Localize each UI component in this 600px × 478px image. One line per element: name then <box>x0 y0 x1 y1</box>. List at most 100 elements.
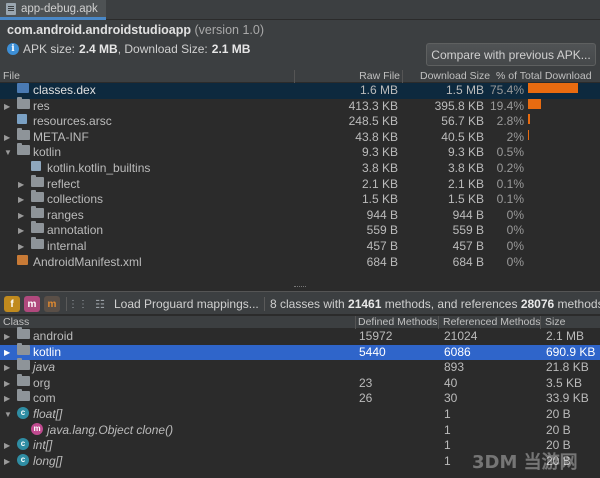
file-row[interactable]: ▶ internal 457 B 457 B 0% <box>0 237 600 255</box>
percent-of-total: 0.2% <box>496 161 524 175</box>
expand-arrow-icon[interactable]: ▶ <box>4 438 10 454</box>
summary-suffix: methods. <box>557 297 600 311</box>
class-row[interactable]: ▶ com 26 30 33.9 KB <box>0 389 600 407</box>
size-bar <box>528 98 541 109</box>
expand-arrow-icon[interactable]: ▶ <box>4 130 10 146</box>
show-fields-icon[interactable]: f <box>4 296 20 312</box>
referenced-methods: 30 <box>444 391 458 406</box>
class-row[interactable]: ▶ java 893 21.8 KB <box>0 358 600 376</box>
xml-file-icon <box>17 254 28 265</box>
class-name: int[] <box>33 438 53 453</box>
expand-arrow-icon[interactable]: ▶ <box>4 376 10 392</box>
file-row[interactable]: AndroidManifest.xml 684 B 684 B 0% <box>0 254 600 271</box>
download-size-label: , Download Size: <box>117 42 208 56</box>
class-name: java <box>33 360 56 375</box>
class-size: 690.9 KB <box>546 344 596 359</box>
referenced-methods: 893 <box>444 360 465 375</box>
apk-file-icon <box>6 2 16 15</box>
dex-toolbar: f m m ⋮⋮ ☷ Load Proguard mappings... 8 c… <box>0 291 600 315</box>
folder-icon <box>17 143 30 156</box>
deobfuscate-icon[interactable]: ☷ <box>92 296 108 312</box>
package-icon <box>17 358 30 371</box>
file-row[interactable]: classes.dex 1.6 MB 1.5 MB 75.4% <box>0 83 600 99</box>
file-row[interactable]: ▶ collections 1.5 KB 1.5 KB 0.1% <box>0 190 600 208</box>
file-name: META-INF <box>33 129 89 144</box>
expand-arrow-icon[interactable]: ▶ <box>4 329 10 345</box>
expand-arrow-icon[interactable]: ▶ <box>4 391 10 407</box>
file-name: ranges <box>47 207 84 222</box>
class-size: 33.9 KB <box>546 391 589 406</box>
file-row[interactable]: ▶ res 413.3 KB 395.8 KB 19.4% <box>0 96 600 115</box>
dex-summary: 8 classes with 21461 methods, and refere… <box>270 297 600 311</box>
class-name: kotlin <box>33 344 62 359</box>
expand-arrow-icon[interactable]: ▶ <box>4 454 10 470</box>
expand-arrow-icon[interactable]: ▶ <box>18 223 24 239</box>
apk-size-label: APK size: <box>23 42 76 56</box>
class-name: long[] <box>33 453 63 468</box>
expand-arrow-icon[interactable]: ▶ <box>4 360 10 376</box>
download-size: 1.5 KB <box>447 192 484 207</box>
package-icon <box>17 342 30 355</box>
class-row[interactable]: ▼ c float[] 1 20 B <box>0 407 600 423</box>
method-icon: m <box>31 422 43 435</box>
size-bar <box>528 114 530 125</box>
expand-arrow-icon[interactable]: ▶ <box>18 177 24 193</box>
col-defined-methods[interactable]: Defined Methods <box>358 316 437 329</box>
download-size: 56.7 KB <box>441 114 484 129</box>
download-size: 457 B <box>452 239 484 253</box>
file-row[interactable]: ▶ META-INF 43.8 KB 40.5 KB 2% <box>0 127 600 146</box>
percent-of-total: 2.8% <box>496 114 524 129</box>
download-size: 9.3 KB <box>447 145 484 160</box>
col-file[interactable]: File <box>3 70 20 83</box>
collapse-arrow-icon[interactable]: ▼ <box>4 145 12 161</box>
class-row[interactable]: m java.lang.Object clone() 1 20 B <box>0 422 600 439</box>
file-row[interactable]: ▼ kotlin 9.3 KB 9.3 KB 0.5% <box>0 143 600 161</box>
package-icon <box>17 389 30 402</box>
compare-apk-button[interactable]: Compare with previous APK... <box>426 43 596 66</box>
col-referenced-methods[interactable]: Referenced Methods <box>443 316 540 329</box>
apk-summary-header: com.android.androidstudioapp (version 1.… <box>0 20 600 70</box>
class-row[interactable]: ▶ android 15972 21024 2.1 MB <box>0 327 600 345</box>
expand-arrow-icon[interactable]: ▶ <box>18 192 24 208</box>
raw-size: 3.8 KB <box>361 161 398 175</box>
package-info: com.android.androidstudioapp (version 1.… <box>7 23 264 37</box>
package-icon <box>17 327 30 339</box>
col-download-size[interactable]: Download Size <box>420 70 490 83</box>
col-size[interactable]: Size <box>545 316 565 329</box>
expand-arrow-icon[interactable]: ▶ <box>4 99 10 115</box>
download-size: 1.5 MB <box>445 83 484 97</box>
percent-of-total: 19.4% <box>489 98 524 113</box>
show-methods-icon[interactable]: m <box>24 296 40 312</box>
raw-size: 2.1 KB <box>361 176 398 191</box>
class-row[interactable]: ▶ kotlin 5440 6086 690.9 KB <box>0 342 600 361</box>
package-version: (version 1.0) <box>194 23 264 37</box>
folder-icon <box>31 221 44 234</box>
defined-methods: 23 <box>359 375 373 390</box>
expand-arrow-icon[interactable]: ▶ <box>18 208 24 224</box>
expand-arrow-icon[interactable]: ▶ <box>18 239 24 255</box>
tab-apk-file[interactable]: app-debug.apk <box>0 0 106 20</box>
file-name: internal <box>47 239 87 253</box>
show-references-icon[interactable]: m <box>44 296 60 312</box>
file-row[interactable]: kotlin.kotlin_builtins 3.8 KB 3.8 KB 0.2% <box>0 161 600 177</box>
download-size: 944 B <box>452 207 484 222</box>
expand-arrow-icon[interactable]: ▶ <box>4 345 10 361</box>
referenced-methods: 1 <box>444 407 451 421</box>
collapse-arrow-icon[interactable]: ▼ <box>4 407 12 423</box>
file-row[interactable]: ▶ annotation 559 B 559 B 0% <box>0 221 600 239</box>
percent-of-total: 0.5% <box>496 145 524 160</box>
load-proguard-mappings-button[interactable]: Load Proguard mappings... <box>114 297 259 311</box>
file-row[interactable]: ▶ ranges 944 B 944 B 0% <box>0 205 600 224</box>
class-name: android <box>33 329 74 343</box>
referenced-methods: 1 <box>444 438 451 453</box>
class-row[interactable]: ▶ org 23 40 3.5 KB <box>0 373 600 392</box>
raw-size: 43.8 KB <box>355 129 398 144</box>
download-size-value: 2.1 MB <box>211 42 251 56</box>
file-row[interactable]: resources.arsc 248.5 KB 56.7 KB 2.8% <box>0 114 600 130</box>
splitter-handle[interactable] <box>294 286 306 288</box>
defined-methods: 5440 <box>359 344 386 359</box>
classes-table-header: Class Defined Methods Referenced Methods… <box>0 316 600 329</box>
referenced-methods: 21024 <box>444 329 478 343</box>
file-row[interactable]: ▶ reflect 2.1 KB 2.1 KB 0.1% <box>0 174 600 193</box>
tree-view-icon[interactable]: ⋮⋮ <box>68 296 88 312</box>
